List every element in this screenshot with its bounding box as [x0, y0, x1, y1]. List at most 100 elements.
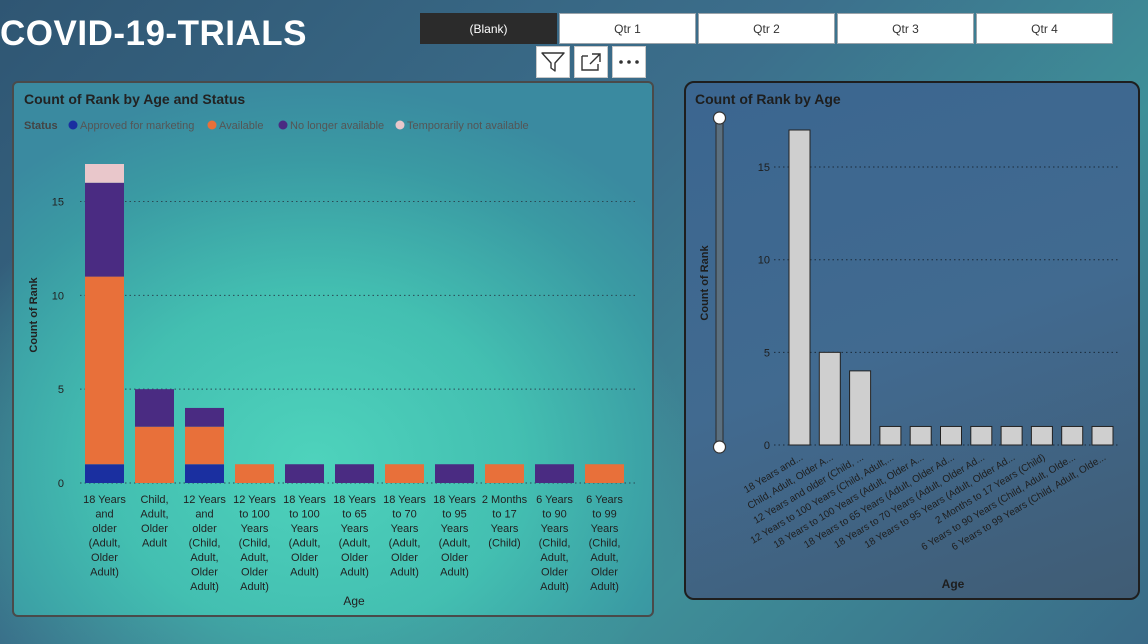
- focus-mode-icon: [581, 53, 601, 71]
- x-tick-label-line: to 95: [442, 509, 466, 521]
- x-tick-label-line: (Child,: [189, 538, 221, 550]
- bar-segment[interactable]: [585, 464, 624, 483]
- bar[interactable]: [849, 370, 872, 446]
- slicer-item-qtr4[interactable]: Qtr 4: [976, 13, 1113, 44]
- x-tick-label-line: and: [195, 509, 213, 521]
- x-tick-label-line: (Child,: [539, 538, 571, 550]
- bar[interactable]: [1000, 425, 1023, 446]
- bar[interactable]: [1061, 425, 1084, 446]
- bar-segment[interactable]: [435, 464, 474, 483]
- x-tick-label: 2 Months to 17 Years (Child): [482, 494, 528, 550]
- bar[interactable]: [818, 351, 841, 446]
- y-tick-label: 5: [764, 347, 770, 359]
- x-tick-label-line: Adult): [340, 567, 369, 579]
- x-tick-label-line: Years: [441, 523, 469, 535]
- bar-segment[interactable]: [135, 426, 174, 483]
- x-tick-label: 18 Years to 65 Years (Adult, Older Adult): [333, 494, 376, 579]
- x-tick-label-line: Older: [141, 523, 168, 535]
- focus-mode-button[interactable]: [574, 46, 608, 78]
- bar[interactable]: [909, 425, 932, 446]
- legend-marker: [68, 120, 78, 130]
- x-tick-label-line: to 17: [492, 509, 516, 521]
- x-tick-label-line: Adult: [142, 538, 167, 550]
- visual-header: [536, 46, 646, 78]
- x-tick-label-line: 18 Years: [333, 494, 376, 506]
- legend-item-label[interactable]: Available: [219, 120, 263, 132]
- x-tick-label-line: 2 Months: [482, 494, 528, 506]
- y-tick-label: 0: [58, 478, 64, 490]
- bar[interactable]: [970, 425, 993, 446]
- slider-handle-bottom[interactable]: [712, 440, 727, 454]
- bar-segment[interactable]: [85, 182, 124, 277]
- x-axis-label: Age: [942, 577, 965, 591]
- bar-segment[interactable]: [535, 464, 574, 483]
- bar-segment[interactable]: [285, 464, 324, 483]
- legend-marker: [278, 120, 288, 130]
- x-tick-label-line: Older: [191, 567, 218, 579]
- bar-segment[interactable]: [335, 464, 374, 483]
- chart-title: Count of Rank by Age: [695, 91, 841, 107]
- x-tick-label-line: Years: [391, 523, 419, 535]
- bar-chart-card[interactable]: Count of Rank by Age 0 5 10 15 18 Years and…: [684, 81, 1140, 600]
- x-tick-label-line: Older: [391, 552, 418, 564]
- x-tick-label-line: to 99: [592, 509, 616, 521]
- bar-segment[interactable]: [185, 464, 224, 483]
- chart-title: Count of Rank by Age and Status: [24, 91, 245, 107]
- y-axis-zoom-slider[interactable]: [712, 111, 727, 454]
- bar[interactable]: [940, 425, 962, 446]
- x-tick-label: 12 Years to 100 Years (Child, Adult, Older Adu…: [233, 494, 276, 593]
- legend-item-label[interactable]: Approved for marketing: [80, 120, 194, 132]
- bar[interactable]: [1091, 425, 1114, 446]
- bar-segment[interactable]: [185, 426, 224, 465]
- y-tick-label: 10: [52, 290, 64, 302]
- chart-legend: Approved for marketing Available No longer…: [68, 120, 529, 132]
- slicer-item-qtr3[interactable]: Qtr 3: [837, 13, 974, 44]
- legend-item-label[interactable]: Temporarily not available: [407, 120, 529, 132]
- page-title: COVID-19-TRIALS: [0, 14, 307, 53]
- bar[interactable]: [788, 129, 811, 446]
- bar-segment[interactable]: [235, 464, 274, 483]
- x-tick-label-line: 12 Years: [233, 494, 276, 506]
- x-tick-label-line: Adult): [540, 581, 569, 593]
- legend-item-label[interactable]: No longer available: [290, 120, 384, 132]
- bar-segment[interactable]: [85, 164, 124, 183]
- bar-segment[interactable]: [485, 464, 524, 483]
- x-tick-label-line: 6 Years: [586, 494, 623, 506]
- slicer-item-blank[interactable]: (Blank): [420, 13, 557, 44]
- y-axis-label: Count of Rank: [699, 245, 711, 321]
- stacked-bar-chart: Count of Rank by Age and Status Status A…: [24, 91, 636, 608]
- quarter-slicer: (Blank) Qtr 1 Qtr 2 Qtr 3 Qtr 4: [420, 13, 1113, 44]
- bar[interactable]: [1030, 425, 1053, 446]
- bar-segment[interactable]: [85, 464, 124, 483]
- legend-marker: [207, 120, 217, 130]
- y-axis-label: Count of Rank: [28, 277, 40, 353]
- slicer-item-qtr2[interactable]: Qtr 2: [698, 13, 835, 44]
- x-tick-label-line: (Adult,: [389, 538, 421, 550]
- x-axis-label: Age: [343, 594, 365, 608]
- x-tick-label-line: Adult): [290, 567, 319, 579]
- x-tick-label-line: 18 Years: [283, 494, 326, 506]
- y-tick-label: 15: [758, 162, 770, 174]
- y-tick-label: 0: [764, 440, 770, 452]
- more-options-button[interactable]: [612, 46, 646, 78]
- y-tick-label: 10: [758, 255, 770, 267]
- bar[interactable]: [879, 425, 902, 446]
- x-tick-label-line: Child,: [140, 494, 168, 506]
- x-tick-label: 18 Years to 95 Years (Adult, Older Adult): [433, 494, 476, 579]
- x-tick-label-line: Adult): [240, 581, 269, 593]
- x-tick-label-line: Years: [241, 523, 269, 535]
- y-tick-label: 5: [58, 384, 64, 396]
- x-tick-label-line: Adult,: [590, 552, 618, 564]
- bar-segment[interactable]: [185, 407, 224, 427]
- bar-segment[interactable]: [135, 389, 174, 427]
- x-tick-label-line: older: [92, 523, 117, 535]
- slicer-item-qtr1[interactable]: Qtr 1: [559, 13, 696, 44]
- bar-segment[interactable]: [385, 464, 424, 483]
- slider-handle-top[interactable]: [712, 111, 727, 125]
- bar-chart: Count of Rank by Age 051015 18 Years and…: [695, 91, 1118, 591]
- bar-segment[interactable]: [85, 276, 124, 465]
- x-tick-label-line: Adult): [90, 567, 119, 579]
- filter-button[interactable]: [536, 46, 570, 78]
- x-tick-label-line: 6 Years: [536, 494, 573, 506]
- stacked-bar-chart-card[interactable]: Count of Rank by Age and Status Status A…: [12, 81, 654, 617]
